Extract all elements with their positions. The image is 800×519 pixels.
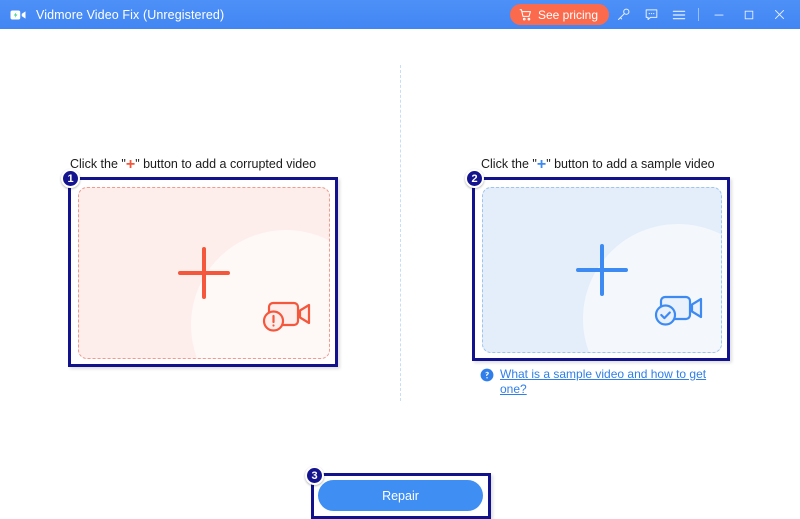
step-badge-3: 3: [305, 466, 324, 485]
maximize-icon: [744, 10, 754, 19]
panel-divider: [400, 65, 401, 401]
see-pricing-label: See pricing: [537, 7, 598, 22]
close-button[interactable]: [764, 0, 794, 29]
plus-icon: +: [536, 156, 547, 173]
key-icon-button[interactable]: [609, 0, 637, 29]
sample-video-help-text: What is a sample video and how to get on…: [500, 367, 707, 396]
see-pricing-button[interactable]: See pricing: [509, 4, 609, 25]
app-title: Vidmore Video Fix (Unregistered): [36, 7, 225, 22]
close-icon: [774, 9, 784, 20]
video-camera-warning-icon: [262, 301, 311, 332]
minimize-button[interactable]: [704, 0, 734, 29]
heading-prefix: Click the ": [481, 157, 537, 171]
add-corrupted-video-plus-icon[interactable]: [172, 241, 236, 305]
repair-button-label: Repair: [382, 488, 419, 503]
add-sample-video-plus-icon[interactable]: [570, 238, 634, 302]
sample-video-highlight-frame: [472, 177, 730, 361]
heading-suffix: " button to add a corrupted video: [135, 157, 317, 171]
heading-suffix: " button to add a sample video: [546, 157, 715, 171]
feedback-icon-button[interactable]: [637, 0, 665, 29]
sample-video-heading: Click the "+" button to add a sample vid…: [481, 156, 715, 174]
plus-icon: +: [125, 156, 136, 173]
hamburger-menu-icon: [672, 10, 686, 19]
title-bar: Vidmore Video Fix (Unregistered) See pri…: [0, 0, 800, 29]
speech-bubble-icon: [645, 9, 657, 20]
titlebar-controls: See pricing: [509, 0, 800, 29]
sample-video-dropzone[interactable]: [482, 187, 722, 353]
step-badge-1: 1: [61, 169, 80, 188]
step-badge-2: 2: [465, 169, 484, 188]
toolbar-divider: [698, 8, 699, 21]
main-workspace: Click the "+" button to add a corrupted …: [0, 29, 800, 519]
sample-video-help-link[interactable]: What is a sample video and how to get on…: [480, 367, 730, 397]
menu-icon-button[interactable]: [665, 0, 693, 29]
heading-prefix: Click the ": [70, 157, 126, 171]
repair-button[interactable]: Repair: [318, 480, 483, 511]
shopping-cart-icon: [519, 8, 531, 20]
corrupted-video-highlight-frame: [68, 177, 338, 367]
maximize-button[interactable]: [734, 0, 764, 29]
minimize-icon: [714, 14, 724, 15]
corrupted-video-dropzone[interactable]: [78, 187, 330, 359]
corrupted-video-heading: Click the "+" button to add a corrupted …: [70, 156, 316, 174]
question-mark-icon: [480, 368, 494, 382]
video-camera-check-icon: [654, 295, 703, 326]
key-icon: [617, 8, 629, 20]
video-camera-logo-icon: [10, 10, 26, 19]
